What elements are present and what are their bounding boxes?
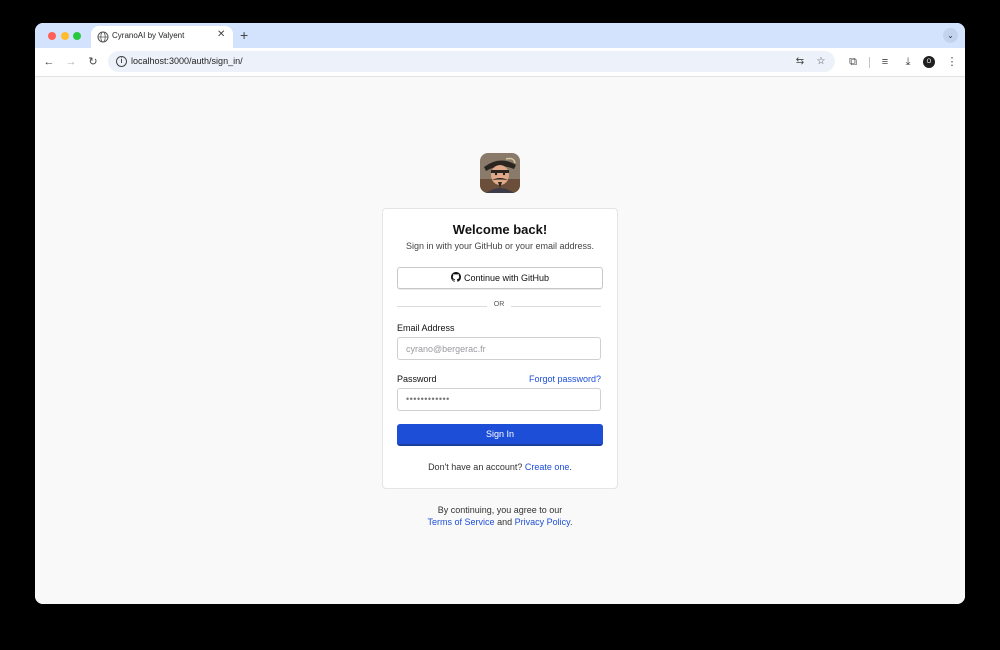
divider-line <box>397 306 487 307</box>
page-subtitle: Sign in with your GitHub or your email a… <box>405 241 595 251</box>
address-bar[interactable]: i localhost:3000/auth/sign_in/ ⇆ ☆ <box>108 51 835 72</box>
terms-link[interactable]: Terms of Service <box>428 517 495 527</box>
browser-window: CyranoAI by Valyent ✕ + ⌄ ← → ↻ i localh… <box>35 23 965 604</box>
password-value: •••••••••••• <box>406 394 450 404</box>
plus-icon[interactable]: + <box>240 27 248 43</box>
forgot-password-link[interactable]: Forgot password? <box>529 374 601 384</box>
minimize-window-button[interactable] <box>61 32 69 40</box>
extensions-icon[interactable]: ⧉ <box>846 55 860 69</box>
footer-period: . <box>569 517 573 527</box>
close-window-button[interactable] <box>48 32 56 40</box>
close-icon[interactable]: ✕ <box>217 29 225 41</box>
page-content: Welcome back! Sign in with your GitHub o… <box>35 77 965 604</box>
tab-title: CyranoAI by Valyent <box>112 31 185 40</box>
profile-icon[interactable]: O <box>923 56 935 68</box>
footer-line1: By continuing, you agree to our <box>437 505 563 515</box>
github-signin-button[interactable]: Continue with GitHub <box>397 267 603 289</box>
app-logo <box>480 153 520 193</box>
browser-toolbar: ← → ↻ i localhost:3000/auth/sign_in/ ⇆ ☆… <box>35 48 965 77</box>
info-icon[interactable]: i <box>116 56 127 67</box>
page-title: Welcome back! <box>452 222 548 237</box>
no-account-text: Don't have an account? Create one. <box>383 462 617 472</box>
privacy-link[interactable]: Privacy Policy <box>515 517 570 527</box>
download-icon[interactable]: ⤓ <box>901 55 915 69</box>
footer-line2: Terms of Service and Privacy Policy. <box>335 516 665 528</box>
globe-icon <box>97 31 109 43</box>
github-icon <box>450 272 461 282</box>
github-button-label: Continue with GitHub <box>463 273 550 283</box>
or-divider: OR <box>493 301 505 308</box>
no-account-label: Don't have an account? <box>428 462 523 472</box>
sign-in-card: Welcome back! Sign in with your GitHub o… <box>382 208 618 489</box>
footer-and: and <box>497 517 513 527</box>
url-text[interactable]: localhost:3000/auth/sign_in/ <box>131 56 243 66</box>
forward-icon[interactable]: → <box>63 54 79 70</box>
period: . <box>569 462 572 472</box>
back-icon[interactable]: ← <box>41 54 57 70</box>
media-icon[interactable]: ≡ <box>878 55 892 69</box>
email-label: Email Address <box>397 323 455 333</box>
divider-line <box>511 306 601 307</box>
reload-icon[interactable]: ↻ <box>85 54 101 70</box>
sign-in-button[interactable]: Sign In <box>397 424 603 446</box>
star-icon[interactable]: ☆ <box>814 55 828 69</box>
password-field[interactable]: •••••••••••• <box>397 388 601 411</box>
tab-active[interactable]: CyranoAI by Valyent ✕ <box>91 26 233 48</box>
tab-search-button[interactable]: ⌄ <box>943 28 958 43</box>
email-placeholder: cyrano@bergerac.fr <box>406 344 486 354</box>
tab-strip: CyranoAI by Valyent ✕ + ⌄ <box>35 23 965 48</box>
password-label: Password <box>397 374 437 384</box>
email-field[interactable]: cyrano@bergerac.fr <box>397 337 601 360</box>
create-account-link[interactable]: Create one <box>525 462 570 472</box>
toolbar-divider <box>869 57 870 68</box>
menu-icon[interactable]: ⋮ <box>945 55 959 69</box>
legal-footer: By continuing, you agree to our Terms of… <box>335 504 665 528</box>
maximize-window-button[interactable] <box>73 32 81 40</box>
translate-icon[interactable]: ⇆ <box>793 55 807 69</box>
